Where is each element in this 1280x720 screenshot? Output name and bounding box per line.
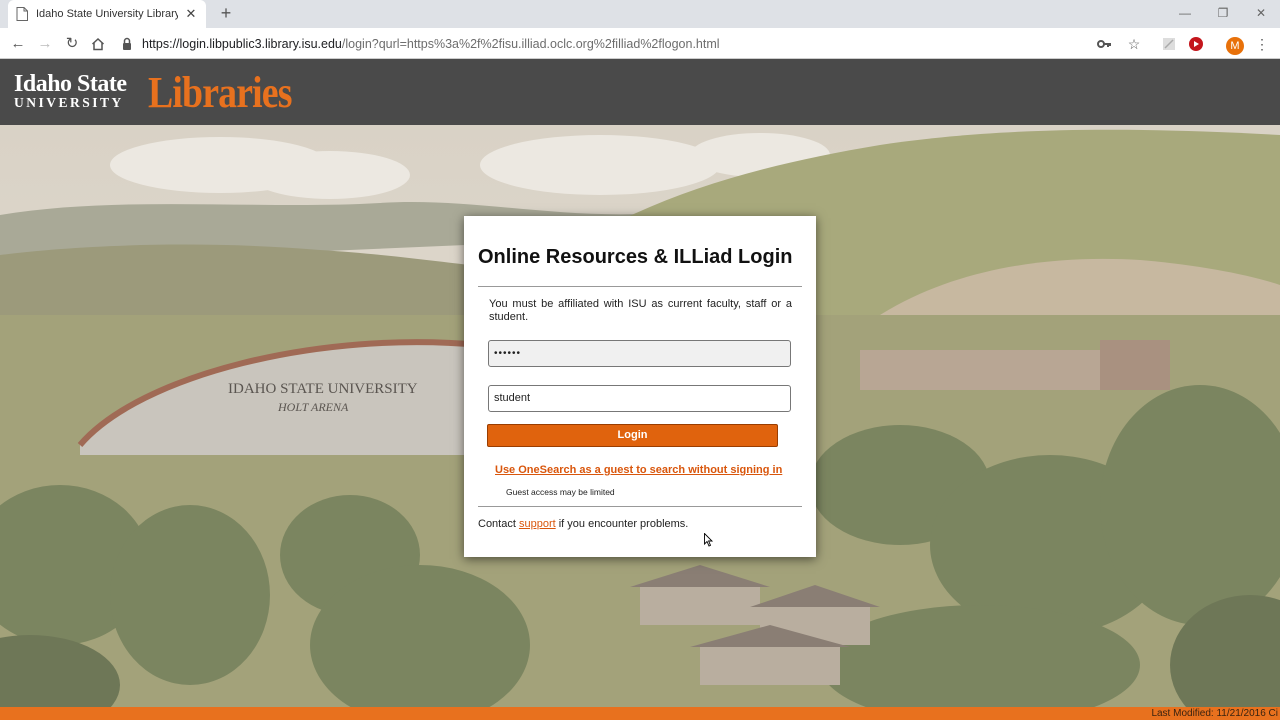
forward-icon[interactable]: → (34, 33, 56, 55)
new-tab-button[interactable]: + (216, 3, 236, 23)
isu-logo[interactable]: Idaho State UNIVERSITY (14, 71, 127, 110)
tab-title: Idaho State University Library Da (36, 8, 178, 20)
reload-icon[interactable]: ↻ (61, 33, 83, 55)
address-bar[interactable]: https://login.libpublic3.library.isu.edu… (118, 32, 1158, 56)
guest-search-link[interactable]: Use OneSearch as a guest to search witho… (495, 464, 782, 476)
url-path: /login?qurl=https%3a%2f%2fisu.illiad.ocl… (341, 37, 720, 51)
home-icon[interactable] (87, 33, 109, 55)
url-text: https://login.libpublic3.library.isu.edu… (142, 37, 720, 51)
password-field[interactable]: •••••• (488, 340, 791, 367)
page-icon (16, 7, 28, 21)
browser-toolbar: ← → ↻ https://login.libpublic3.library.i… (0, 28, 1280, 59)
lock-icon (123, 37, 131, 50)
arena-sign-line2: HOLT ARENA (277, 400, 349, 414)
login-card: Online Resources & ILLiad Login You must… (464, 216, 816, 557)
libraries-logo[interactable]: Libraries (148, 69, 292, 117)
contact-divider (478, 506, 802, 507)
browser-tab[interactable]: Idaho State University Library Da ✕ (8, 0, 206, 28)
username-field[interactable]: student (488, 385, 791, 412)
restore-icon[interactable]: ❐ (1204, 0, 1242, 28)
login-title: Online Resources & ILLiad Login (478, 246, 793, 268)
record-extension-icon[interactable] (1186, 34, 1206, 54)
extension-icon[interactable] (1159, 34, 1179, 54)
site-header: Idaho State UNIVERSITY Libraries (0, 59, 1280, 125)
logo-line2: UNIVERSITY (14, 95, 124, 110)
menu-icon[interactable]: ⋮ (1252, 34, 1272, 54)
arena-sign-line1: IDAHO STATE UNIVERSITY (228, 381, 418, 397)
close-window-icon[interactable]: ✕ (1242, 0, 1280, 28)
star-icon[interactable]: ☆ (1124, 34, 1144, 54)
profile-avatar[interactable]: M (1225, 34, 1245, 55)
contact-suffix: if you encounter problems. (555, 518, 689, 530)
login-button[interactable]: Login (487, 424, 778, 447)
browser-tabstrip: Idaho State University Library Da ✕ + — … (0, 0, 1280, 28)
tab-close-icon[interactable]: ✕ (184, 6, 198, 22)
profile-initial: M (1226, 37, 1244, 55)
support-link[interactable]: support (519, 518, 556, 530)
affiliation-notice: You must be affiliated with ISU as curre… (489, 298, 792, 323)
logo-line1: Idaho State (14, 71, 127, 97)
contact-prefix: Contact (478, 518, 519, 530)
guest-access-note: Guest access may be limited (506, 487, 615, 497)
mouse-cursor-icon (704, 533, 714, 547)
last-modified-text: Last Modified: 11/21/2016 Ci (1151, 708, 1278, 719)
url-host: https://login.libpublic3.library.isu.edu (142, 37, 342, 51)
footer-bar: Last Modified: 11/21/2016 Ci (0, 707, 1280, 720)
contact-text: Contact support if you encounter problem… (478, 518, 688, 530)
minimize-icon[interactable]: — (1166, 0, 1204, 28)
title-divider (478, 286, 802, 287)
key-icon[interactable] (1094, 34, 1114, 54)
back-icon[interactable]: ← (7, 33, 29, 55)
